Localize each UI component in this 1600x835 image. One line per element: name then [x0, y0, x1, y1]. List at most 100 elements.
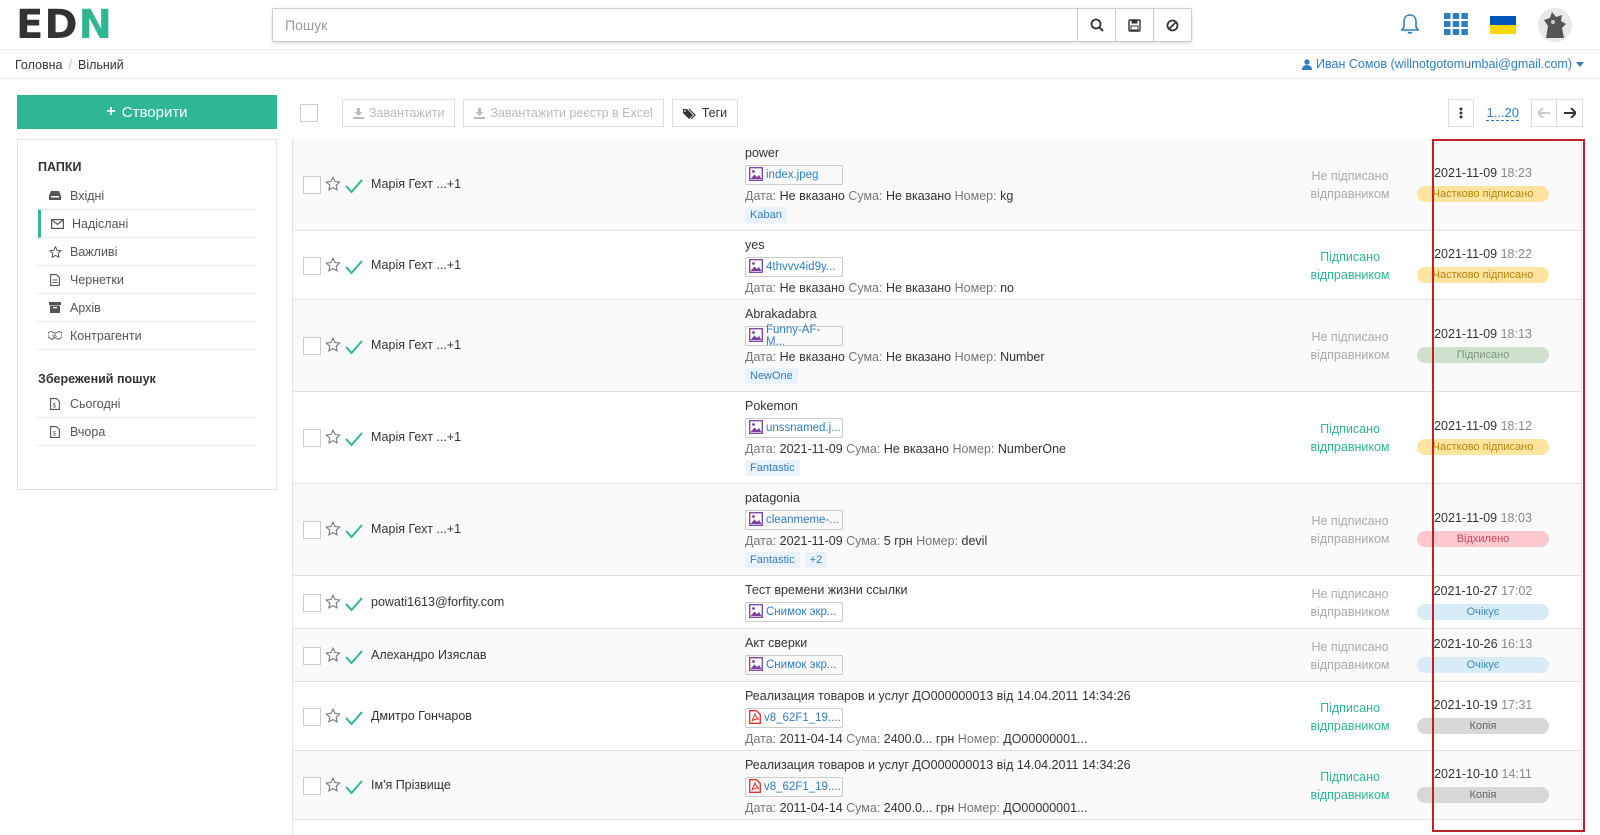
- document-title[interactable]: power: [745, 145, 1013, 161]
- envelope-icon: [50, 217, 64, 231]
- table-row[interactable]: Марія Гехт ...+1 Pokemon unssnamed.j... Дат…: [293, 392, 1581, 484]
- row-checkbox[interactable]: [303, 776, 321, 795]
- sender-name[interactable]: Дмитро Гончаров: [371, 709, 472, 723]
- next-page-button[interactable]: [1557, 99, 1583, 127]
- sender-name[interactable]: Марія Гехт ...+1: [371, 258, 461, 272]
- status-date: 2021-11-09 18:22: [1413, 247, 1553, 261]
- file-attachment[interactable]: 4thvvv4id9y...: [745, 257, 843, 277]
- saved-search-item-1[interactable]: $ Вчора: [38, 418, 256, 446]
- row-checkbox[interactable]: [303, 593, 321, 612]
- folder-item-1[interactable]: Надіслані: [38, 210, 256, 238]
- save-search-button[interactable]: [1115, 9, 1153, 41]
- star-icon[interactable]: [325, 175, 341, 192]
- document-title[interactable]: Реализация товаров и услуг ДО000000013 в…: [745, 688, 1131, 704]
- page-range[interactable]: 1...20: [1486, 105, 1519, 121]
- table-row[interactable]: Алехандро Изяслав Акт сверки Снимок экр...…: [293, 629, 1581, 682]
- tag[interactable]: NewOne: [745, 368, 798, 384]
- table-row[interactable]: Ім'я Прізвище Реализация товаров и услуг …: [293, 751, 1581, 820]
- folder-item-3[interactable]: Чернетки: [38, 266, 256, 294]
- file-attachment[interactable]: v8_62F1_19....: [745, 777, 843, 797]
- bell-icon[interactable]: [1398, 12, 1422, 39]
- search-bar: [272, 8, 1192, 42]
- download-excel-button[interactable]: Завантажити реєстр в Excel: [463, 99, 664, 127]
- saved-search-item-0[interactable]: $ Сьогодні: [38, 390, 256, 418]
- star-icon[interactable]: [325, 646, 341, 663]
- tags-button[interactable]: Теги: [671, 99, 739, 127]
- image-file-icon: [749, 166, 763, 184]
- star-icon[interactable]: [325, 256, 341, 273]
- table-row[interactable]: powati1613@forfity.com Тест времени жизни…: [293, 576, 1581, 629]
- table-row[interactable]: Марія Гехт ...+1 power index.jpeg Дата: Не …: [293, 139, 1581, 231]
- create-button[interactable]: + Створити: [17, 95, 277, 129]
- row-checkbox[interactable]: [303, 256, 321, 275]
- search-input[interactable]: [273, 9, 1077, 41]
- prev-page-button[interactable]: [1531, 99, 1557, 127]
- file-attachment[interactable]: cleanmeme-...: [745, 510, 843, 530]
- folder-item-5[interactable]: Контрагенти: [38, 322, 256, 350]
- sender-signature-status: Не підписано відправником: [1310, 169, 1390, 201]
- date-value: Не вказано: [779, 281, 849, 295]
- row-checkbox[interactable]: [303, 521, 321, 539]
- row-checkbox[interactable]: [303, 337, 321, 355]
- apps-grid-icon[interactable]: [1444, 12, 1468, 38]
- document-title[interactable]: Реализация товаров и услуг ДО000000013 в…: [745, 757, 1131, 773]
- folder-item-4[interactable]: Архів: [38, 294, 256, 322]
- sender-name[interactable]: powati1613@forfity.com: [371, 595, 504, 609]
- row-checkbox[interactable]: [303, 429, 321, 447]
- tag[interactable]: Fantastic: [745, 552, 800, 568]
- row-checkbox[interactable]: [303, 176, 321, 194]
- table-row[interactable]: Марія Гехт ...+1 patagonia cleanmeme-... Да…: [293, 484, 1581, 576]
- logo[interactable]: ED N: [16, 2, 113, 48]
- file-attachment[interactable]: Снимок экр...: [745, 602, 843, 622]
- document-title[interactable]: Тест времени жизни ссылки: [745, 582, 907, 598]
- table-row[interactable]: Марія Гехт ...+1 Abrakadabra Funny-AF-M...…: [293, 300, 1581, 392]
- tag[interactable]: Fantastic: [745, 460, 800, 476]
- document-title[interactable]: Акт сверки: [745, 635, 843, 651]
- download-button[interactable]: Завантажити: [342, 99, 456, 127]
- sender-name[interactable]: Марія Гехт ...+1: [371, 430, 461, 444]
- sender-name[interactable]: Марія Гехт ...+1: [371, 338, 461, 352]
- sender-name[interactable]: Марія Гехт ...+1: [371, 522, 461, 536]
- star-icon[interactable]: [325, 707, 341, 724]
- sender-name[interactable]: Алехандро Изяслав: [371, 648, 487, 662]
- tag[interactable]: +2: [804, 552, 828, 568]
- star-icon[interactable]: [325, 593, 341, 610]
- file-attachment[interactable]: v8_62F1_19....: [745, 708, 843, 728]
- breadcrumb-home[interactable]: Головна: [15, 58, 63, 72]
- sum-value: Не вказано: [885, 281, 955, 295]
- document-title[interactable]: yes: [745, 237, 1014, 253]
- row-checkbox[interactable]: [303, 646, 321, 665]
- folder-item-0[interactable]: Вхідні: [38, 182, 256, 210]
- avatar[interactable]: [1538, 8, 1572, 42]
- star-icon[interactable]: [325, 336, 341, 353]
- folder-item-2[interactable]: Важливі: [38, 238, 256, 266]
- sum-label: Сума:: [848, 281, 886, 295]
- document-title[interactable]: Abrakadabra: [745, 306, 1045, 322]
- tag-list: NewOne: [745, 368, 1045, 384]
- check-icon: [345, 779, 363, 795]
- inbox-icon: [48, 189, 62, 203]
- user-menu[interactable]: Иван Сомов (willnotgotomumbai@gmail.com): [1302, 57, 1584, 71]
- star-icon[interactable]: [325, 520, 341, 537]
- star-icon[interactable]: [325, 776, 341, 793]
- file-attachment[interactable]: index.jpeg: [745, 165, 843, 185]
- document-title[interactable]: Pokemon: [745, 398, 1066, 414]
- ukraine-flag-icon[interactable]: [1490, 16, 1516, 34]
- file-attachment[interactable]: Снимок экр...: [745, 655, 843, 675]
- sender-name[interactable]: Марія Гехт ...+1: [371, 177, 461, 191]
- select-all-checkbox[interactable]: [300, 104, 318, 122]
- clear-search-button[interactable]: [1153, 9, 1191, 41]
- document-title[interactable]: patagonia: [745, 490, 987, 506]
- sender-name[interactable]: Ім'я Прізвище: [371, 778, 451, 792]
- star-icon[interactable]: [325, 428, 341, 445]
- more-options-button[interactable]: [1448, 99, 1475, 127]
- tag[interactable]: Kaban: [745, 207, 787, 223]
- table-row[interactable]: Марія Гехт ...+1 yes 4thvvv4id9y... Дата: Н…: [293, 231, 1581, 300]
- search-button[interactable]: [1077, 9, 1115, 41]
- document-info: Abrakadabra Funny-AF-M... Дата: Не вказано…: [745, 306, 1045, 384]
- file-attachment[interactable]: Funny-AF-M...: [745, 324, 843, 348]
- file-attachment[interactable]: unssnamed.j...: [745, 418, 843, 438]
- table-row[interactable]: Дмитро Гончаров Реализация товаров и услу…: [293, 682, 1581, 751]
- row-checkbox[interactable]: [303, 707, 321, 726]
- user-icon: [1302, 58, 1313, 70]
